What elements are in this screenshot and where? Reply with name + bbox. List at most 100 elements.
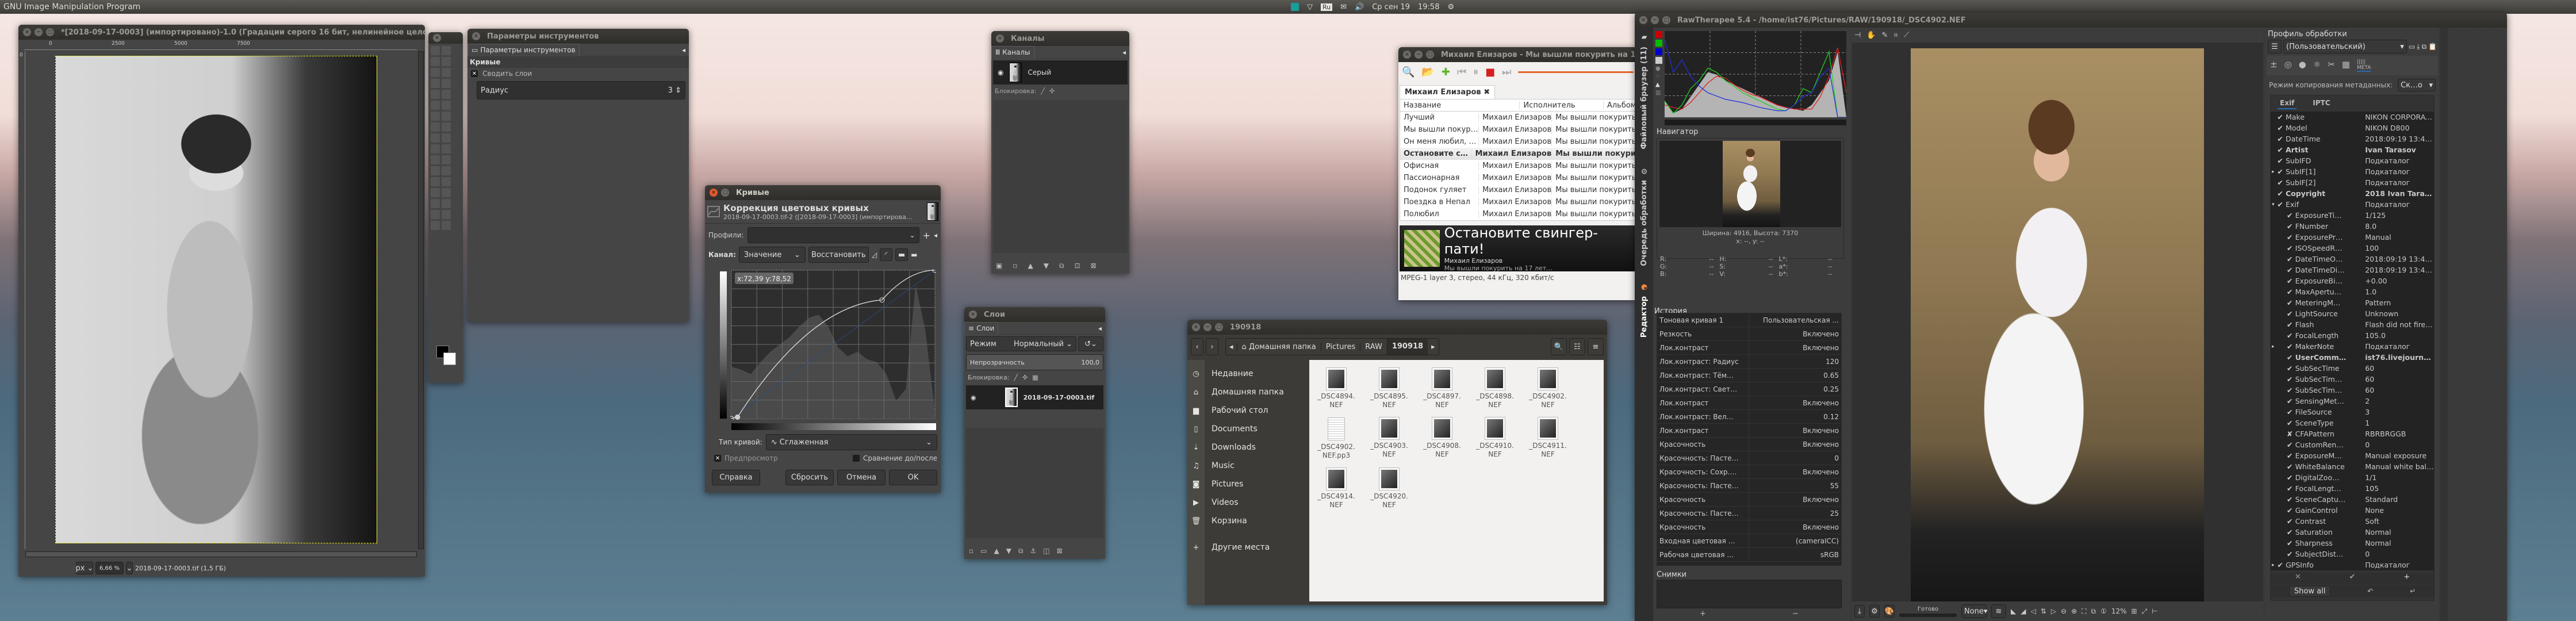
mail-icon[interactable]: ✉ [1340,3,1347,12]
maximize-window-button[interactable]: □ [721,189,729,197]
preview-checkbox[interactable]: ✕ [714,455,721,462]
check-icon[interactable]: ✔ [2287,517,2295,526]
exif-row[interactable]: ✔ SubIF[2] Подкаталог [2272,177,2434,188]
power-gear-icon[interactable]: ⚙ [1447,3,1454,12]
expander-icon[interactable]: ▸ [2272,562,2277,568]
log-histogram-button[interactable]: ◜ [880,248,893,261]
check-icon[interactable]: ✔ [2277,189,2286,198]
close-window-button[interactable]: × [1403,51,1411,59]
table-row[interactable]: Офисная Михаил Елизаров Мы вышли покурить … [1400,160,1635,172]
minimize-window-button[interactable]: − [1414,51,1423,59]
tab-channels[interactable]: Ⅲ Каналы [991,45,1034,59]
file-item[interactable]: _DSC4897. NEF [1423,368,1461,409]
composite-mode-button[interactable]: ↺⌄ [1078,336,1103,351]
zoom-dropdown-button[interactable]: ⌄ [125,562,133,574]
lock-position-icon[interactable]: ✣ [1049,87,1055,95]
exif-row[interactable]: ✔ Artist Ivan Tarasov [2272,144,2434,155]
exif-row[interactable]: ✔ MeteringM… Pattern [2272,297,2434,308]
tool-button[interactable] [431,101,440,110]
cross-icon[interactable]: ✘ [2287,430,2295,438]
spin-arrows-icon[interactable]: ⇕ [675,86,681,95]
sidebar-item-trash[interactable]: 🗑 Корзина [1187,512,1308,530]
exif-row[interactable]: ▸ ✔ MakerNote Подкаталог [2272,341,2434,352]
file-item[interactable]: _DSC4903. NEF [1370,417,1408,460]
rotate-right-icon[interactable]: ◢ [2021,607,2026,615]
exif-row[interactable]: ✔ SubIFD Подкаталог [2272,155,2434,166]
check-icon[interactable]: ✔ [2287,277,2295,285]
external-editor-button[interactable]: 🎨 [1884,605,1895,618]
anchor-icon[interactable]: ⚓ [1030,547,1037,555]
history-item[interactable]: Красочность: Пасте… 25 [1657,506,1841,520]
tool-button[interactable] [431,210,440,219]
exif-row[interactable]: ✔ DigitalZoo… 1/1 [2272,472,2434,483]
fullscreen-icon[interactable]: ⤢ [2142,607,2148,616]
profile-menu-icon[interactable]: ◂ [934,231,937,239]
exif-row[interactable]: ✔ SubSecTim… 60 [2272,385,2434,396]
history-item[interactable]: Лок.контраст Включено [1657,423,1841,438]
unit-select[interactable]: px ⌄ [76,562,94,574]
canvas-area[interactable] [25,51,417,549]
exif-tree[interactable]: ✔ Make NIKON CORPORATI… ✔ Model NIKON D800 ✔ Da… [2271,112,2434,570]
exif-row[interactable]: ✘ CFAPattern RBRBRGGB [2272,428,2434,439]
check-icon[interactable]: ✔ [2277,178,2286,187]
layer-row[interactable]: ◉ 2018-09-17-0003.tif [966,385,1103,409]
tool-button[interactable] [442,199,451,208]
lower-icon[interactable]: ▼ [1006,547,1011,555]
close-window-button[interactable]: × [969,310,977,319]
new-detail-window-icon[interactable]: ⊞ [2132,607,2137,615]
toggle-blue-button[interactable] [1655,48,1662,55]
history-item[interactable]: Красочность: Пасте… 55 [1657,478,1841,493]
exif-row[interactable]: ✔ Sharpness Normal [2272,538,2434,549]
raw-tab-icon[interactable]: ▦ [2342,59,2350,72]
tool-button[interactable] [431,155,440,164]
search-icon[interactable]: 🔍 [1402,66,1414,78]
image-canvas[interactable] [55,56,377,543]
history-item[interactable]: Лок.контраст: Тём… 0.65 [1657,368,1841,382]
opacity-spinner[interactable]: Непрозрачность 100,0 [966,354,1103,370]
toggle-chroma-icon[interactable]: ● [1655,66,1663,72]
exif-row[interactable]: ▾ ✔ Exif Подкаталог [2272,199,2434,210]
raise-icon[interactable]: ▲ [1028,262,1033,270]
metadata-mode-select[interactable]: Ск…о ▾ [2398,79,2436,91]
to-selection-icon[interactable]: ⊡ [1075,262,1080,270]
wifi-icon[interactable]: ▽ [1307,3,1313,12]
table-row[interactable]: Пассионарная Михаил Елизаров Мы вышли поку… [1400,172,1635,184]
duplicate-icon[interactable]: ⧉ [1059,262,1064,270]
file-item[interactable]: _DSC4894. NEF [1317,368,1355,409]
lock-alpha-icon[interactable]: ▦ [1032,374,1038,381]
network-manager-icon[interactable] [1291,3,1299,11]
table-row[interactable]: Подонок гуляет Михаил Елизаров Мы вышли по… [1400,184,1635,196]
exif-row[interactable]: ✔ FileSource 3 [2272,407,2434,417]
tool-button[interactable] [442,188,451,197]
tab-file-browser[interactable]: Файловый браузер (11) ▰ [1640,33,1649,150]
exif-row[interactable]: ✔ DateTime 2018:09:19 13:45:19 [2272,133,2434,144]
exif-row[interactable]: ✔ ExposurePr… Manual [2272,232,2434,243]
breadcrumb-pictures[interactable]: Pictures [1320,342,1360,351]
check-icon[interactable]: ✔ [2287,484,2295,493]
history-item[interactable]: Лок.контраст: Радиус 120 [1657,354,1841,369]
tool-button[interactable] [431,122,440,132]
column-header-album[interactable]: Альбом [1604,101,1635,110]
show-all-button[interactable]: Show all [2288,585,2331,597]
check-icon[interactable]: ✔ [2287,331,2295,340]
exposure-tab-icon[interactable]: ± [2270,59,2278,72]
history-item[interactable]: Резкость Включено [1657,327,1841,341]
exif-row[interactable]: ✔ WhiteBalance Manual white bala… [2272,461,2434,472]
exif-row[interactable]: ✔ Saturation Normal [2272,527,2434,538]
exif-row[interactable]: ✔ SubSecTim… 60 [2272,374,2434,385]
check-icon[interactable]: ✔ [2277,145,2286,154]
tab-menu-icon[interactable]: ◂ [1098,324,1105,332]
lower-icon[interactable]: ▼ [1044,262,1049,270]
file-item[interactable]: _DSC4908. NEF [1423,417,1461,460]
crop-tool-icon[interactable]: ⌗ [1893,31,1897,40]
tool-button[interactable] [442,210,451,219]
profiles-select[interactable]: ⌄ [747,227,919,243]
table-row[interactable]: Поездка в Непал Михаил Елизаров Мы вышли п… [1400,196,1635,208]
visibility-eye-icon[interactable]: ◉ [998,68,1003,76]
minimize-window-button[interactable]: − [1651,16,1659,24]
new-group-icon[interactable]: ▭ [980,547,987,555]
check-icon[interactable]: ✔ [2287,375,2295,384]
breadcrumb-current[interactable]: 190918 [1386,339,1428,355]
profile-select[interactable]: (Пользовательский) ▾ [2283,40,2407,53]
toggle-green-button[interactable] [1655,40,1662,47]
